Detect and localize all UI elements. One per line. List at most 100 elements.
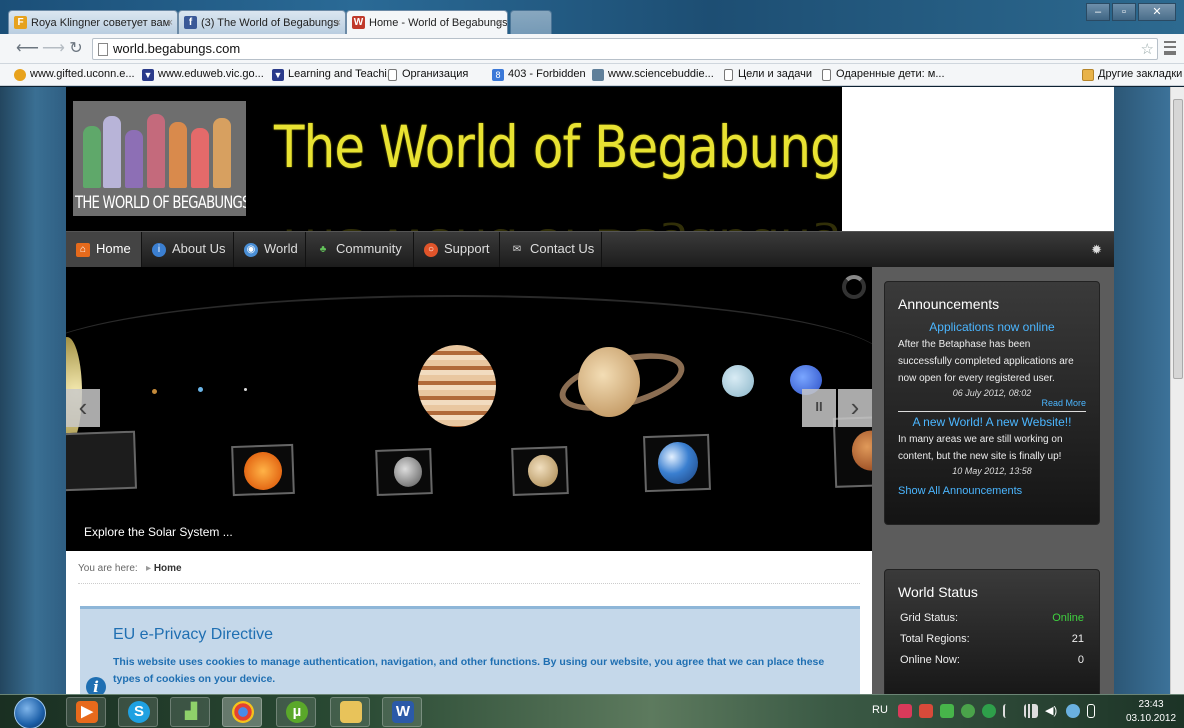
taskbar-utorrent[interactable]: µ: [276, 697, 316, 727]
bookmark-gifted-uconn[interactable]: www.gifted.uconn.e...: [14, 68, 135, 81]
earth-thumbnail-image: [657, 441, 699, 485]
start-button[interactable]: [14, 697, 46, 728]
venus-planet-image: [198, 387, 203, 392]
nav-item-support[interactable]: ○ Support: [414, 232, 500, 268]
notice-title: EU e-Privacy Directive: [113, 626, 274, 643]
maximize-icon[interactable]: ▫: [1112, 3, 1136, 21]
taskbar-word[interactable]: W: [382, 697, 422, 727]
slider-prev-button[interactable]: ‹: [66, 389, 100, 427]
slide-caption[interactable]: Explore the Solar System ...: [84, 525, 233, 539]
url-text: world.begabungs.com: [113, 41, 241, 56]
bookmark-organizatsiya[interactable]: Организация: [386, 68, 469, 81]
bookmark-eduweb[interactable]: ▼ www.eduweb.vic.go...: [142, 68, 264, 81]
status-value: Online: [1052, 612, 1084, 624]
document-icon: [822, 69, 831, 81]
scrollbar-thumb[interactable]: [1173, 99, 1183, 379]
tray-app-icon[interactable]: [982, 704, 996, 718]
bookmark-learning-teaching[interactable]: ▼ Learning and Teachi...: [272, 68, 397, 81]
slider-next-button[interactable]: ›: [838, 389, 872, 427]
lifebuoy-icon: ○: [424, 243, 438, 257]
tray-app-icon[interactable]: [940, 704, 954, 718]
taskbar-skype[interactable]: S: [118, 697, 158, 727]
taskbar-media-player[interactable]: ▶: [66, 697, 106, 727]
divider: [78, 583, 860, 584]
system-clock[interactable]: 23:43 03.10.2012: [1126, 698, 1176, 726]
home-icon: ⌂: [76, 243, 90, 257]
vertical-scrollbar[interactable]: [1170, 87, 1184, 694]
slider-pause-button[interactable]: II: [802, 389, 836, 427]
tab-close-icon[interactable]: ×: [167, 11, 173, 34]
tray-app-icon[interactable]: [898, 704, 912, 718]
read-more-link[interactable]: Read More: [885, 398, 1086, 408]
tab-close-icon[interactable]: ×: [335, 11, 341, 34]
breadcrumb-label: You are here:: [78, 563, 138, 574]
volume-icon[interactable]: ◀): [1045, 704, 1059, 718]
status-label: Grid Status:: [900, 612, 959, 624]
skype-icon: S: [128, 701, 150, 723]
taskbar-explorer[interactable]: [330, 697, 370, 727]
close-window-icon[interactable]: ✕: [1138, 3, 1176, 21]
settings-gear-icon[interactable]: ✹: [1091, 242, 1102, 258]
tab-home-begabungs[interactable]: W Home - World of Begabungs ×: [346, 10, 508, 34]
minimize-icon[interactable]: –: [1086, 3, 1110, 21]
show-all-announcements-link[interactable]: Show All Announcements: [898, 485, 1099, 497]
tray-app-icon[interactable]: [1066, 704, 1080, 718]
nav-label: Home: [96, 241, 131, 256]
venus-thumbnail-image: [527, 454, 559, 488]
announcement-date: 10 May 2012, 13:58: [952, 466, 1032, 476]
windows-taskbar: ▶ S ▟ µ W RU ◀) 23:43 03.10.2012: [0, 694, 1184, 728]
nav-item-world[interactable]: ◉ World: [234, 232, 306, 268]
new-tab-button[interactable]: [510, 10, 552, 34]
sun-thumbnail-image: [243, 451, 283, 491]
nav-label: Support: [444, 241, 490, 256]
status-label: Total Regions:: [900, 633, 970, 645]
forward-arrow-icon[interactable]: ⟶: [42, 39, 65, 59]
right-sidebar: Announcements Applications now online Af…: [872, 267, 1114, 694]
network-icon[interactable]: [1024, 704, 1038, 718]
logo-figure: [83, 126, 101, 188]
bookmark-label: Цели и задачи: [738, 68, 813, 80]
announcement-title[interactable]: A new World! A new Website!!: [885, 415, 1099, 429]
site-container: THE WORLD OF BEGABUNGS The World of Bega…: [66, 87, 1114, 694]
info-card-frame: [66, 430, 137, 492]
nav-item-home[interactable]: ⌂ Home: [66, 232, 142, 268]
page-viewport: THE WORLD OF BEGABUNGS The World of Bega…: [0, 87, 1184, 694]
bookmark-odarennye-deti[interactable]: Одаренные дети: м...: [820, 68, 945, 81]
nav-label: About Us: [172, 241, 226, 256]
bookmark-label: www.eduweb.vic.go...: [158, 68, 264, 80]
back-arrow-icon[interactable]: ⟵: [16, 39, 39, 59]
flag-icon[interactable]: [1003, 704, 1017, 718]
mercury-planet-image: [152, 389, 157, 394]
site-header: THE WORLD OF BEGABUNGS The World of Bega…: [66, 87, 867, 262]
site-logo[interactable]: THE WORLD OF BEGABUNGS: [73, 101, 246, 216]
tab-label: Roya Klingner советует вам: [31, 17, 171, 29]
address-bar[interactable]: world.begabungs.com: [92, 38, 1158, 60]
clock-date: 03.10.2012: [1126, 713, 1177, 724]
bookmark-label: www.gifted.uconn.e...: [30, 68, 135, 80]
bookmark-label: Организация: [402, 68, 469, 80]
bookmark-tseli-zadachi[interactable]: Цели и задачи: [722, 68, 813, 81]
nav-item-about-us[interactable]: i About Us: [142, 232, 234, 268]
tab-facebook[interactable]: f (3) The World of Begabungs ×: [178, 10, 346, 34]
taskbar-chrome[interactable]: [222, 697, 262, 727]
other-bookmarks[interactable]: Другие закладки: [1082, 68, 1182, 81]
nav-item-contact-us[interactable]: ✉ Contact Us: [500, 232, 602, 268]
tab-roya-klingner[interactable]: F Roya Klingner советует вам ×: [8, 10, 178, 34]
taskbar-app-green[interactable]: ▟: [170, 697, 210, 727]
bookmark-label: Learning and Teachi...: [288, 68, 397, 80]
reload-icon[interactable]: ↻: [66, 39, 86, 59]
utorrent-tray-icon[interactable]: [961, 704, 975, 718]
tab-close-icon[interactable]: ×: [497, 11, 503, 34]
tab-label: Home - World of Begabungs: [369, 17, 508, 29]
bookmark-star-icon[interactable]: ☆: [1141, 40, 1154, 58]
language-indicator[interactable]: RU: [872, 704, 888, 716]
battery-icon[interactable]: [1087, 704, 1095, 718]
tray-app-icon[interactable]: [919, 704, 933, 718]
earth-planet-image: [244, 388, 247, 391]
bookmark-403-forbidden[interactable]: 8 403 - Forbidden: [492, 68, 586, 81]
nav-item-community[interactable]: ♣ Community: [306, 232, 414, 268]
bookmark-sciencebuddies[interactable]: www.sciencebuddie...: [592, 68, 714, 81]
chrome-menu-icon[interactable]: [1164, 41, 1176, 55]
world-status-panel: World Status Grid Status: Online Total Re…: [884, 569, 1100, 694]
announcement-title[interactable]: Applications now online: [885, 320, 1099, 334]
